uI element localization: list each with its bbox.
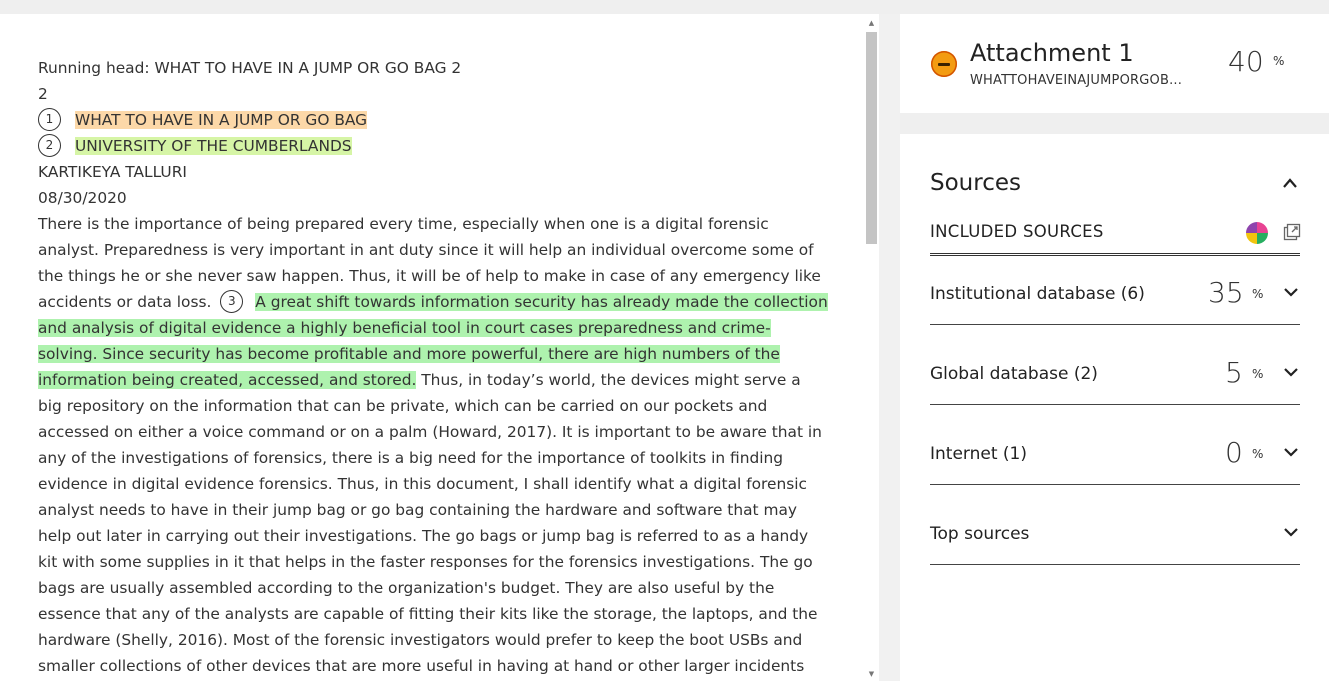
chevron-down-icon[interactable] — [1283, 286, 1299, 298]
source-percent: 5 — [1225, 356, 1243, 389]
source-percent-symbol: % — [1252, 287, 1264, 301]
scroll-up-arrow-icon[interactable]: ▲ — [864, 16, 879, 30]
document-scrollbar[interactable]: ▲ ▼ — [864, 14, 879, 681]
attachment-percent-symbol: % — [1273, 54, 1285, 68]
source-row-global[interactable]: Global database (2) 5 % — [930, 324, 1300, 405]
author-line: KARTIKEYA TALLURI — [38, 163, 187, 181]
source-percent-symbol: % — [1252, 367, 1264, 381]
match-highlight-2[interactable]: UNIVERSITY OF THE CUMBERLANDS — [75, 137, 352, 155]
scroll-down-arrow-icon[interactable]: ▼ — [864, 667, 879, 681]
sources-panel: Sources INCLUDED SOURCES Institutional d… — [900, 134, 1329, 681]
attachment-title: Attachment 1 — [970, 39, 1134, 67]
university-line: 2 UNIVERSITY OF THE CUMBERLANDS — [38, 133, 828, 159]
body-rest-text: Thus, in today’s world, the devices migh… — [38, 371, 822, 675]
pane-gutter — [879, 14, 900, 681]
document-viewer[interactable]: Running head: WHAT TO HAVE IN A JUMP OR … — [0, 14, 864, 681]
attachment-card[interactable]: Attachment 1 WHATTOHAVEINAJUMPORGOB... 4… — [900, 14, 1329, 113]
match-marker-1[interactable]: 1 — [38, 108, 61, 131]
source-label: Top sources — [930, 524, 1030, 544]
chevron-down-icon[interactable] — [1283, 526, 1299, 538]
color-wheel-icon[interactable] — [1246, 222, 1268, 244]
body-paragraph: There is the importance of being prepare… — [38, 211, 828, 681]
attachment-percent: 40 — [1228, 45, 1264, 78]
source-percent: 0 — [1225, 436, 1243, 469]
source-label: Institutional database (6) — [930, 284, 1145, 304]
scroll-thumb[interactable] — [866, 32, 877, 244]
match-marker-3[interactable]: 3 — [220, 290, 244, 313]
running-head: Running head: WHAT TO HAVE IN A JUMP OR … — [38, 59, 462, 77]
source-percent-symbol: % — [1252, 447, 1264, 461]
title-line: 1 WHAT TO HAVE IN A JUMP OR GO BAG — [38, 107, 828, 133]
chevron-up-icon[interactable] — [1282, 176, 1298, 190]
minus-circle-icon[interactable] — [931, 51, 957, 77]
attachment-filename: WHATTOHAVEINAJUMPORGOB... — [970, 73, 1183, 88]
sources-title: Sources — [930, 170, 1021, 196]
match-highlight-1[interactable]: WHAT TO HAVE IN A JUMP OR GO BAG — [75, 111, 368, 129]
source-row-top-sources[interactable]: Top sources — [930, 484, 1300, 565]
page-number: 2 — [38, 85, 48, 103]
chevron-down-icon[interactable] — [1283, 446, 1299, 458]
source-row-internet[interactable]: Internet (1) 0 % — [930, 404, 1300, 485]
included-sources-label: INCLUDED SOURCES — [930, 222, 1104, 241]
popout-icon[interactable] — [1283, 223, 1301, 241]
chevron-down-icon[interactable] — [1283, 366, 1299, 378]
document-text: Running head: WHAT TO HAVE IN A JUMP OR … — [38, 55, 828, 681]
source-label: Global database (2) — [930, 364, 1098, 384]
match-marker-2[interactable]: 2 — [38, 134, 61, 157]
source-row-institutional[interactable]: Institutional database (6) 35 % — [930, 244, 1300, 325]
source-percent: 35 — [1208, 276, 1244, 309]
source-label: Internet (1) — [930, 444, 1027, 464]
date-line: 08/30/2020 — [38, 189, 127, 207]
